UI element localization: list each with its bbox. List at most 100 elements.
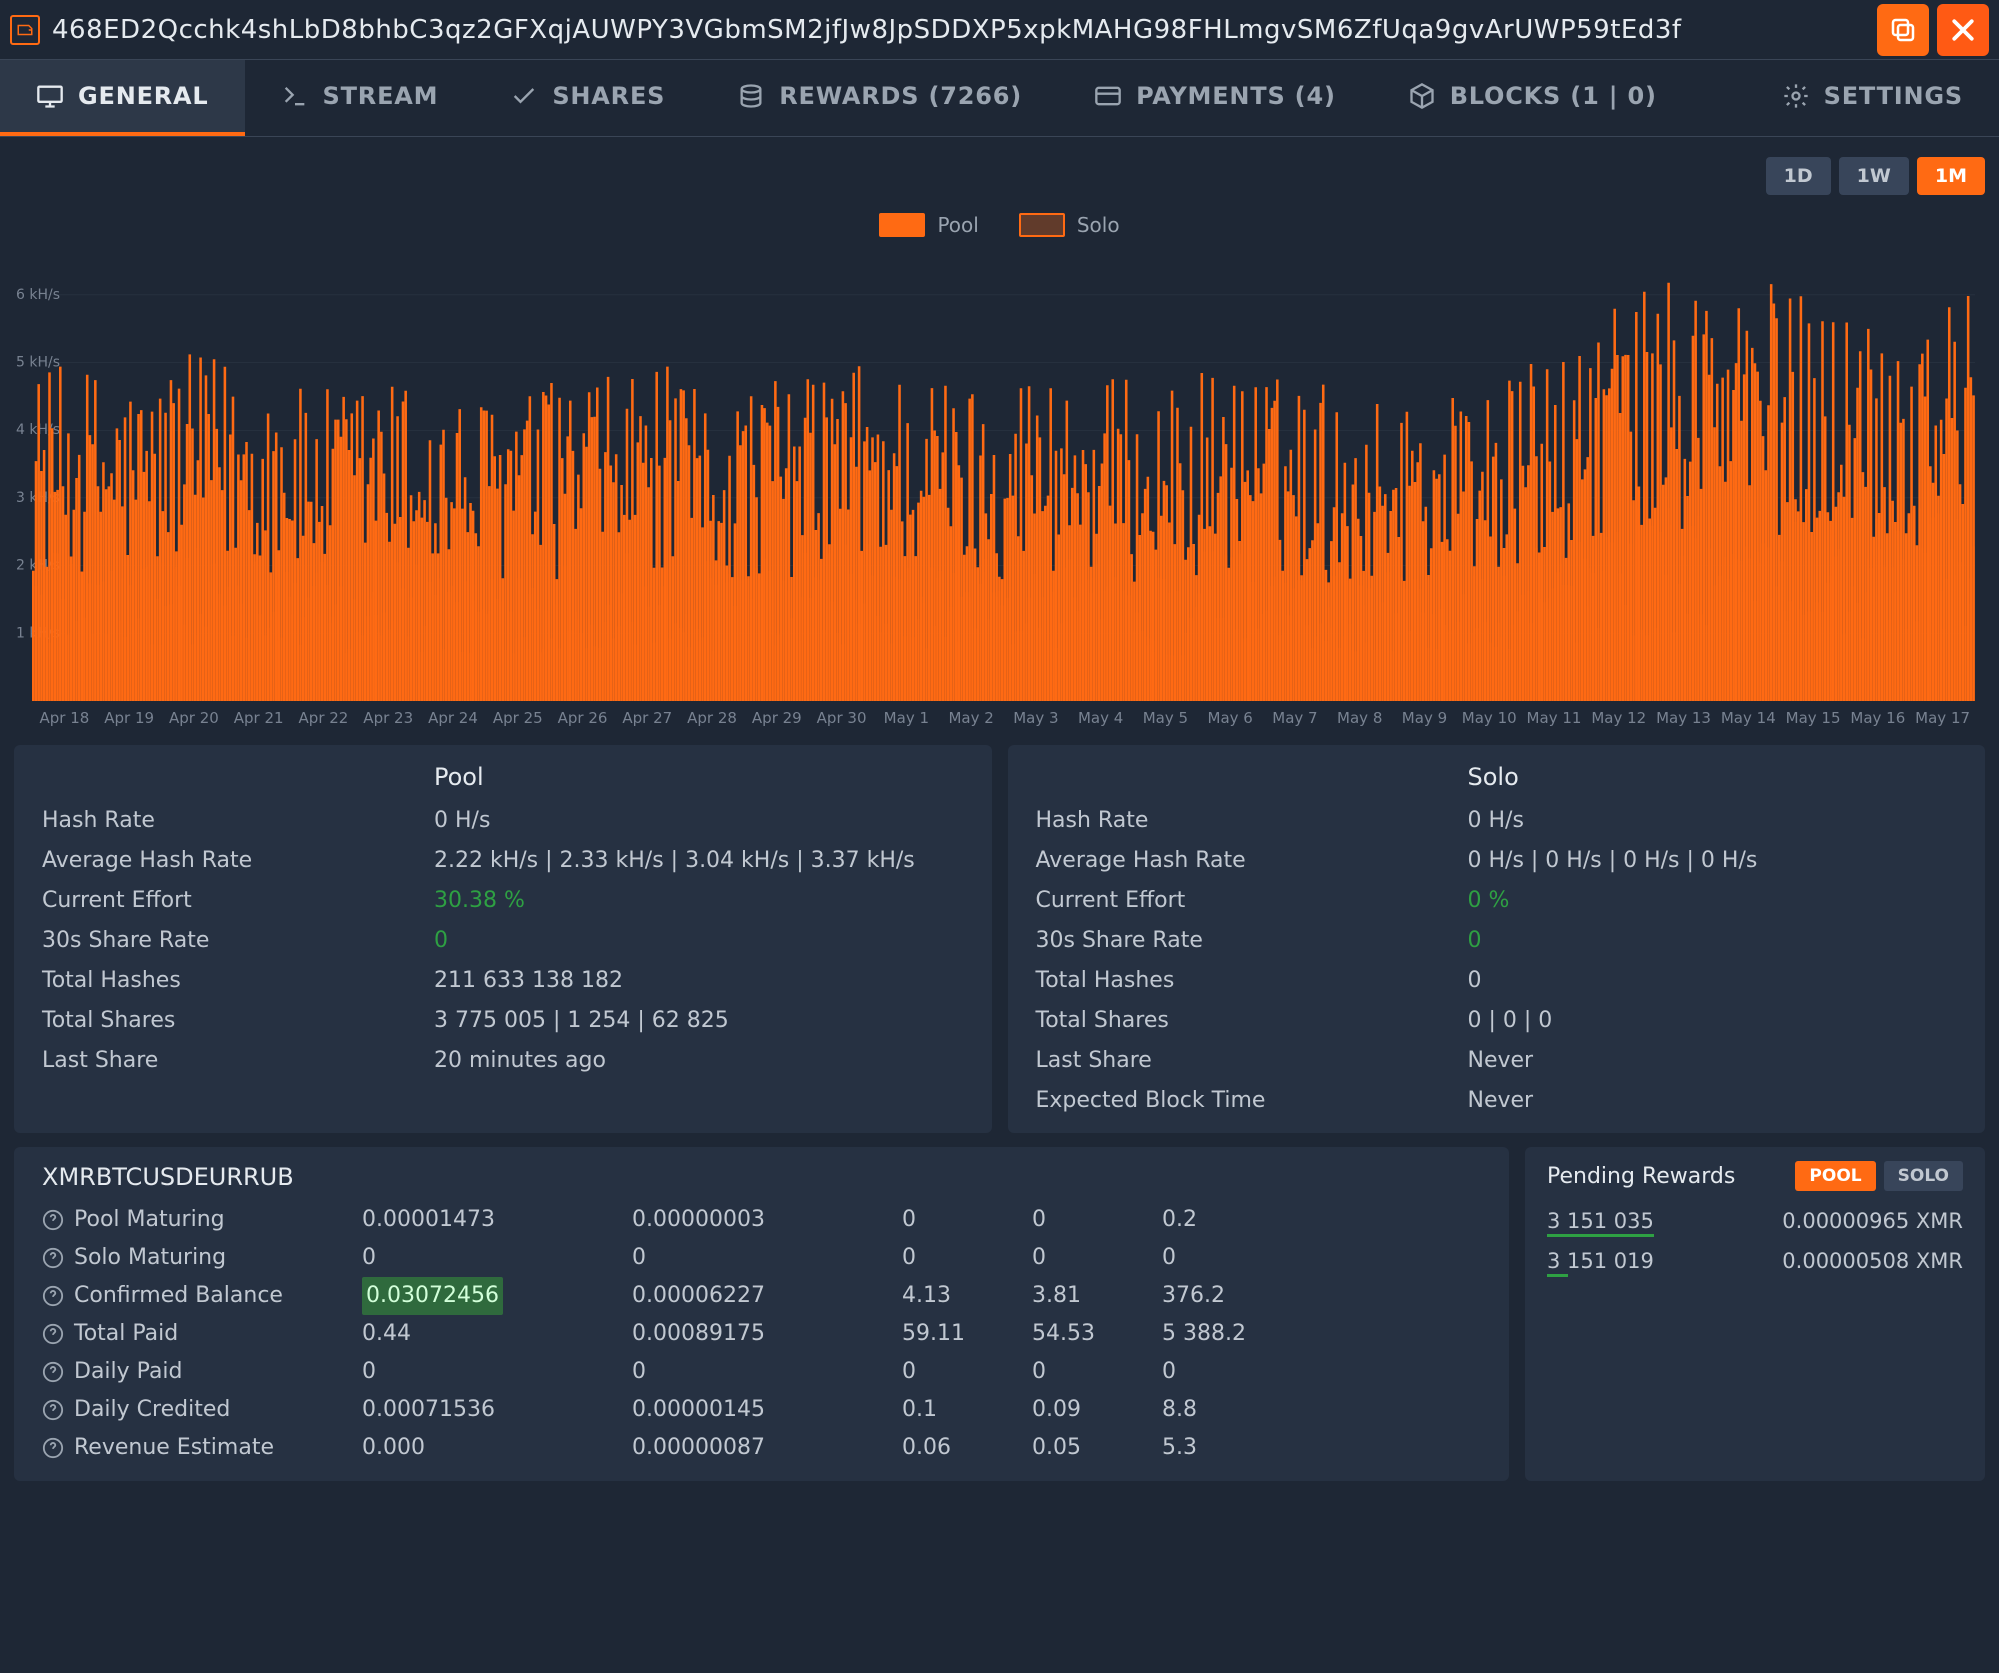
svg-text:May 7: May 7	[1272, 709, 1317, 727]
pending-row[interactable]: 3 151 0190.00000508 XMR	[1547, 1241, 1963, 1281]
card-icon	[1094, 82, 1122, 110]
tab-stream[interactable]: STREAM	[245, 60, 475, 136]
gear-icon	[1782, 82, 1810, 110]
balance-row: Solo Maturing00000	[42, 1239, 1481, 1277]
stats-row: Total Shares0 | 0 | 0	[1008, 1001, 1986, 1041]
balance-label[interactable]: Revenue Estimate	[42, 1429, 362, 1467]
balance-row: Confirmed Balance0.030724560.000062274.1…	[42, 1277, 1481, 1315]
balance-label[interactable]: Solo Maturing	[42, 1239, 362, 1277]
solo-stats-panel: Solo Hash Rate0 H/sAverage Hash Rate0 H/…	[1008, 745, 1986, 1133]
balances-panel: XMR BTC USD EUR RUB Pool Maturing0.00001…	[14, 1147, 1509, 1481]
svg-text:Apr 20: Apr 20	[169, 709, 219, 727]
tab-settings[interactable]: SETTINGS	[1746, 60, 1999, 136]
cube-icon	[1408, 82, 1436, 110]
tab-rewards-label: REWARDS (7266)	[779, 82, 1022, 110]
help-icon[interactable]	[42, 1437, 64, 1459]
pending-title: Pending Rewards	[1547, 1164, 1735, 1189]
svg-text:May 5: May 5	[1143, 709, 1188, 727]
balance-label[interactable]: Daily Credited	[42, 1391, 362, 1429]
svg-text:Apr 19: Apr 19	[104, 709, 154, 727]
terminal-icon	[281, 82, 309, 110]
svg-text:May 1: May 1	[884, 709, 929, 727]
help-icon[interactable]	[42, 1361, 64, 1383]
balance-label[interactable]: Daily Paid	[42, 1353, 362, 1391]
svg-text:Apr 24: Apr 24	[428, 709, 478, 727]
legend-solo[interactable]: Solo	[1019, 213, 1120, 237]
range-1m-button[interactable]: 1M	[1917, 157, 1985, 195]
tab-payments-label: PAYMENTS (4)	[1136, 82, 1336, 110]
svg-text:May 15: May 15	[1786, 709, 1841, 727]
tab-blocks[interactable]: BLOCKS (1 | 0)	[1372, 60, 1693, 136]
range-buttons: 1D 1W 1M	[14, 157, 1985, 195]
svg-text:May 13: May 13	[1656, 709, 1711, 727]
pool-swatch	[879, 213, 925, 237]
tab-strip: GENERAL STREAM SHARES REWARDS (7266) PAY…	[0, 60, 1999, 137]
tab-settings-label: SETTINGS	[1824, 82, 1963, 110]
check-icon	[510, 82, 538, 110]
stats-row: Hash Rate0 H/s	[14, 801, 992, 841]
balance-label[interactable]: Pool Maturing	[42, 1201, 362, 1239]
copy-address-button[interactable]	[1877, 4, 1929, 56]
stats-row: Total Hashes0	[1008, 961, 1986, 1001]
balance-row: Daily Paid00000	[42, 1353, 1481, 1391]
help-icon[interactable]	[42, 1323, 64, 1345]
stats-row: 30s Share Rate0	[1008, 921, 1986, 961]
pending-tab-pool[interactable]: POOL	[1795, 1161, 1875, 1191]
svg-text:Apr 25: Apr 25	[493, 709, 543, 727]
help-icon[interactable]	[42, 1209, 64, 1231]
help-icon[interactable]	[42, 1399, 64, 1421]
balance-label[interactable]: Confirmed Balance	[42, 1277, 362, 1315]
range-1d-button[interactable]: 1D	[1766, 157, 1831, 195]
pending-row[interactable]: 3 151 0350.00000965 XMR	[1547, 1201, 1963, 1241]
svg-text:May 4: May 4	[1078, 709, 1123, 727]
svg-text:May 14: May 14	[1721, 709, 1776, 727]
stats-row: 30s Share Rate0	[14, 921, 992, 961]
help-icon[interactable]	[42, 1247, 64, 1269]
tab-shares[interactable]: SHARES	[474, 60, 701, 136]
svg-text:May 9: May 9	[1402, 709, 1447, 727]
svg-text:Apr 30: Apr 30	[817, 709, 867, 727]
pending-tab-solo[interactable]: SOLO	[1884, 1161, 1963, 1191]
wallet-icon	[10, 15, 40, 45]
svg-text:Apr 26: Apr 26	[558, 709, 608, 727]
tab-shares-label: SHARES	[552, 82, 665, 110]
address-bar: 468ED2Qcchk4shLbD8bhbC3qz2GFXqjAUWPY3VGb…	[0, 0, 1999, 60]
svg-text:May 3: May 3	[1013, 709, 1058, 727]
pool-title: Pool	[14, 755, 992, 801]
svg-text:Apr 27: Apr 27	[622, 709, 672, 727]
solo-title: Solo	[1008, 755, 1986, 801]
svg-text:May 6: May 6	[1208, 709, 1253, 727]
svg-text:Apr 28: Apr 28	[687, 709, 737, 727]
close-button[interactable]	[1937, 4, 1989, 56]
stats-row: Last Share20 minutes ago	[14, 1041, 992, 1081]
address-field[interactable]: 468ED2Qcchk4shLbD8bhbC3qz2GFXqjAUWPY3VGb…	[48, 9, 1869, 51]
hdr-xmr: XMR	[42, 1163, 96, 1191]
stats-row: Hash Rate0 H/s	[1008, 801, 1986, 841]
tab-rewards[interactable]: REWARDS (7266)	[701, 60, 1058, 136]
hdr-rub: RUB	[243, 1163, 294, 1191]
svg-text:May 16: May 16	[1850, 709, 1905, 727]
svg-text:5 kH/s: 5 kH/s	[16, 355, 60, 371]
balance-label[interactable]: Total Paid	[42, 1315, 362, 1353]
tab-payments[interactable]: PAYMENTS (4)	[1058, 60, 1372, 136]
svg-text:May 8: May 8	[1337, 709, 1382, 727]
stats-row: Average Hash Rate2.22 kH/s | 2.33 kH/s |…	[14, 841, 992, 881]
chart-section: 1D 1W 1M Pool Solo 1 kH/s2 kH/s3 kH/s4 k…	[0, 137, 1999, 731]
pending-rewards-panel: Pending Rewards POOL SOLO 3 151 0350.000…	[1525, 1147, 1985, 1481]
range-1w-button[interactable]: 1W	[1839, 157, 1909, 195]
hashrate-chart[interactable]: 1 kH/s2 kH/s3 kH/s4 kH/s5 kH/s6 kH/sApr …	[14, 261, 1985, 731]
hdr-btc: BTC	[96, 1163, 142, 1191]
hdr-usd: USD	[142, 1163, 193, 1191]
svg-text:May 2: May 2	[948, 709, 993, 727]
stats-row: Current Effort30.38 %	[14, 881, 992, 921]
legend-pool[interactable]: Pool	[879, 213, 978, 237]
tab-stream-label: STREAM	[323, 82, 439, 110]
stats-row: Current Effort0 %	[1008, 881, 1986, 921]
balance-row: Pool Maturing0.000014730.00000003000.2	[42, 1201, 1481, 1239]
svg-text:6 kH/s: 6 kH/s	[16, 287, 60, 303]
stats-row: Average Hash Rate0 H/s | 0 H/s | 0 H/s |…	[1008, 841, 1986, 881]
help-icon[interactable]	[42, 1285, 64, 1307]
svg-text:Apr 18: Apr 18	[39, 709, 89, 727]
tab-general[interactable]: GENERAL	[0, 60, 245, 136]
stats-row: Last ShareNever	[1008, 1041, 1986, 1081]
